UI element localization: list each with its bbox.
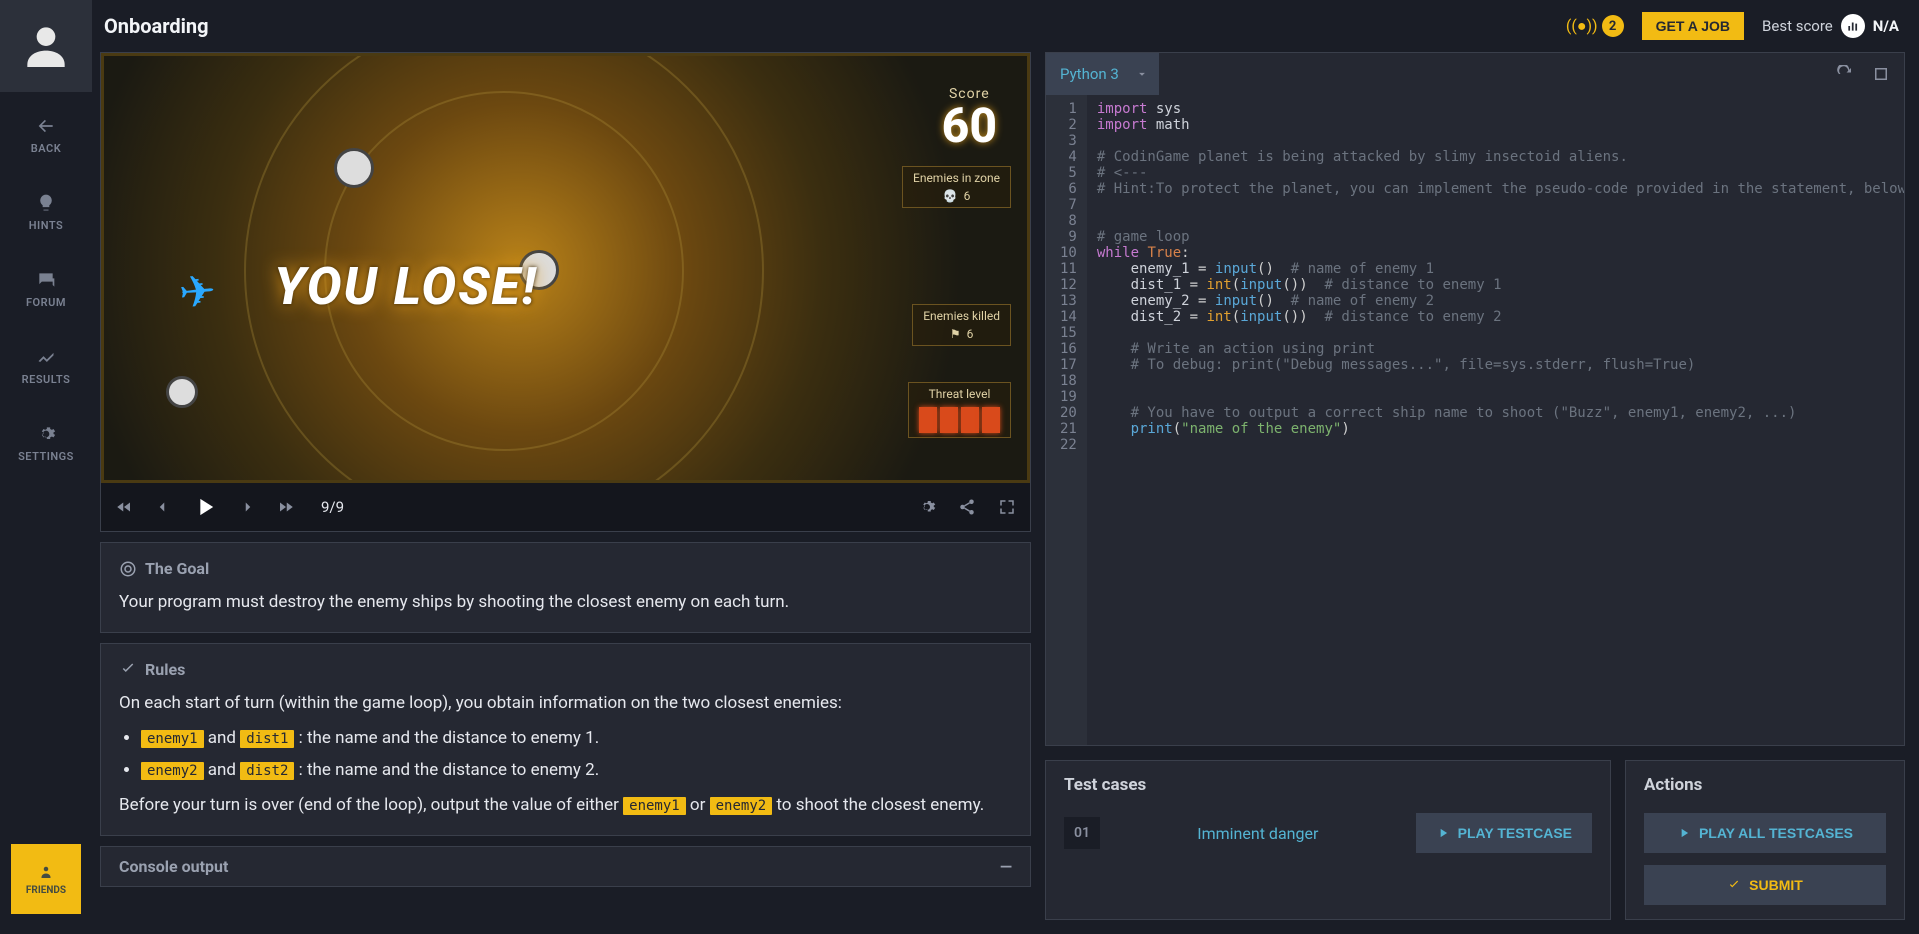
play-all-button[interactable]: PLAY ALL TESTCASES bbox=[1644, 813, 1886, 853]
goal-text: Your program must destroy the enemy ship… bbox=[119, 590, 1012, 616]
rules-heading: Rules bbox=[145, 660, 185, 679]
rewind-button[interactable] bbox=[115, 498, 133, 516]
game-viewer: ✈ YOU LOSE! Score 60 Enemies in zone 💀6 bbox=[100, 52, 1031, 532]
minimize-icon[interactable]: — bbox=[1000, 857, 1012, 876]
forum-icon bbox=[36, 270, 56, 290]
game-canvas: ✈ YOU LOSE! Score 60 Enemies in zone 💀6 bbox=[101, 53, 1030, 483]
rules-bullet-2: enemy2 and dist2 : the name and the dist… bbox=[141, 758, 1012, 784]
code-editor-panel: Python 3 1234567891011121314151617181920… bbox=[1045, 52, 1905, 746]
hud-enemies-in-zone: Enemies in zone 💀6 bbox=[902, 166, 1011, 208]
testcase-name[interactable]: Imminent danger bbox=[1114, 824, 1402, 843]
nav-results-label: RESULTS bbox=[22, 373, 71, 386]
nav-back-label: BACK bbox=[31, 142, 61, 155]
best-score-label: Best score bbox=[1762, 17, 1833, 35]
rules-output: Before your turn is over (end of the loo… bbox=[119, 793, 1012, 819]
settings-icon[interactable] bbox=[918, 498, 936, 516]
friends-button[interactable]: FRIENDS bbox=[11, 844, 81, 914]
lose-banner: YOU LOSE! bbox=[274, 256, 538, 317]
expand-icon[interactable] bbox=[1872, 65, 1890, 83]
rules-bullet-1: enemy1 and dist1 : the name and the dist… bbox=[141, 726, 1012, 752]
enemy-sprite bbox=[334, 148, 374, 188]
broadcast-indicator[interactable]: ((●)) 2 bbox=[1566, 15, 1624, 37]
play-icon bbox=[1436, 826, 1450, 840]
rules-intro: On each start of turn (within the game l… bbox=[119, 691, 1012, 717]
testcases-heading: Test cases bbox=[1064, 775, 1592, 795]
gear-icon bbox=[36, 424, 56, 444]
testcases-panel: Test cases 01 Imminent danger PLAY TESTC… bbox=[1045, 760, 1611, 920]
play-button[interactable] bbox=[191, 493, 219, 521]
next-frame-button[interactable] bbox=[239, 498, 257, 516]
goal-section: The Goal Your program must destroy the e… bbox=[100, 542, 1031, 633]
broadcast-count: 2 bbox=[1602, 15, 1624, 37]
chevron-down-icon bbox=[1135, 67, 1149, 81]
language-label: Python 3 bbox=[1060, 65, 1119, 83]
hud-threat: Threat level bbox=[908, 382, 1011, 438]
goal-heading: The Goal bbox=[145, 559, 209, 578]
fullscreen-icon[interactable] bbox=[998, 498, 1016, 516]
nav-hints-label: HINTS bbox=[29, 219, 63, 232]
rules-section: Rules On each start of turn (within the … bbox=[100, 643, 1031, 836]
hud-enemies-killed: Enemies killed ⚑6 bbox=[912, 304, 1011, 346]
code-editor[interactable]: 12345678910111213141516171819202122 impo… bbox=[1046, 95, 1904, 745]
chart-line-icon bbox=[36, 347, 56, 367]
actions-panel: Actions PLAY ALL TESTCASES SUBMIT bbox=[1625, 760, 1905, 920]
friends-icon bbox=[37, 863, 55, 881]
code-content[interactable]: import sys import math # CodinGame plane… bbox=[1087, 95, 1904, 745]
avatar[interactable] bbox=[0, 0, 92, 92]
play-testcase-button[interactable]: PLAY TESTCASE bbox=[1416, 813, 1592, 853]
nav-results[interactable]: RESULTS bbox=[22, 347, 71, 386]
console-label: Console output bbox=[119, 857, 228, 876]
user-icon bbox=[18, 18, 74, 74]
enemy-sprite bbox=[166, 376, 198, 408]
frame-indicator: 9/9 bbox=[321, 498, 344, 516]
playback-controls: 9/9 bbox=[101, 483, 1030, 531]
best-score-value: N/A bbox=[1873, 17, 1899, 35]
get-job-button[interactable]: GET A JOB bbox=[1642, 12, 1744, 40]
prev-frame-button[interactable] bbox=[153, 498, 171, 516]
nav-settings[interactable]: SETTINGS bbox=[18, 424, 74, 463]
page-title: Onboarding bbox=[104, 14, 209, 38]
check-icon bbox=[119, 660, 137, 678]
arrow-left-icon bbox=[36, 116, 56, 136]
lightbulb-icon bbox=[36, 193, 56, 213]
nav-settings-label: SETTINGS bbox=[18, 450, 74, 463]
testcase-number: 01 bbox=[1064, 817, 1100, 849]
check-icon bbox=[1727, 878, 1741, 892]
target-icon bbox=[119, 560, 137, 578]
language-selector[interactable]: Python 3 bbox=[1046, 53, 1159, 95]
sidebar: BACK HINTS FORUM RESULTS SETTINGS FRIEND… bbox=[0, 0, 92, 934]
testcase-row: 01 Imminent danger PLAY TESTCASE bbox=[1064, 813, 1592, 853]
chart-icon bbox=[1841, 14, 1865, 38]
nav-hints[interactable]: HINTS bbox=[29, 193, 63, 232]
player-ship: ✈ bbox=[177, 264, 218, 319]
nav-forum-label: FORUM bbox=[26, 296, 66, 309]
broadcast-icon: ((●)) bbox=[1566, 16, 1598, 36]
actions-heading: Actions bbox=[1644, 775, 1886, 795]
console-output-header[interactable]: Console output — bbox=[100, 846, 1031, 887]
fast-forward-button[interactable] bbox=[277, 498, 295, 516]
nav-forum[interactable]: FORUM bbox=[26, 270, 66, 309]
score-value: 60 bbox=[942, 102, 997, 150]
share-icon[interactable] bbox=[958, 498, 976, 516]
submit-button[interactable]: SUBMIT bbox=[1644, 865, 1886, 905]
best-score: Best score N/A bbox=[1762, 14, 1899, 38]
friends-label: FRIENDS bbox=[26, 885, 66, 896]
topbar: Onboarding ((●)) 2 GET A JOB Best score … bbox=[92, 0, 1919, 52]
play-icon bbox=[1677, 826, 1691, 840]
nav-back[interactable]: BACK bbox=[31, 116, 61, 155]
refresh-icon[interactable] bbox=[1836, 65, 1854, 83]
